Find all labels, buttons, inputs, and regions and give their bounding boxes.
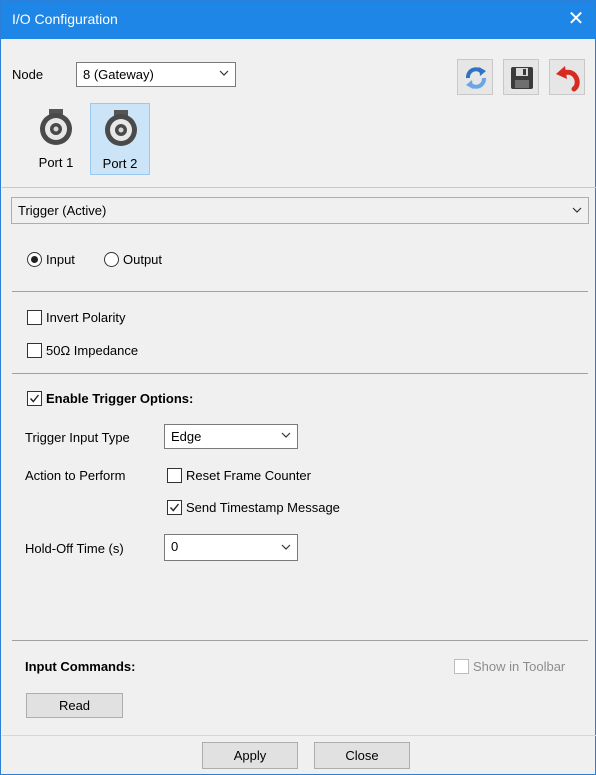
input-radio[interactable] (27, 252, 42, 267)
show-in-toolbar-checkbox[interactable] (454, 659, 469, 674)
chevron-down-icon (219, 70, 229, 76)
io-configuration-window: I/O Configuration ✕ Node 8 (Gateway) Por… (0, 0, 596, 775)
hold-off-time-select[interactable]: 0 (164, 534, 298, 561)
send-timestamp-label: Send Timestamp Message (186, 500, 340, 515)
hold-off-time-label: Hold-Off Time (s) (25, 541, 124, 556)
reset-frame-counter-checkbox[interactable] (167, 468, 182, 483)
title-bar[interactable]: I/O Configuration ✕ (1, 1, 595, 39)
hold-off-time-value: 0 (171, 539, 179, 554)
revert-button[interactable] (549, 59, 585, 95)
port-1-label: Port 1 (38, 155, 74, 170)
port-mode-value: Trigger (Active) (18, 203, 107, 218)
divider (2, 187, 596, 188)
read-button[interactable]: Read (26, 693, 123, 718)
trigger-input-type-label: Trigger Input Type (25, 430, 130, 445)
port-mode-select[interactable]: Trigger (Active) (11, 197, 589, 224)
check-icon (29, 394, 40, 403)
input-radio-label: Input (46, 252, 75, 267)
send-timestamp-checkbox[interactable] (167, 500, 182, 515)
output-radio[interactable] (104, 252, 119, 267)
enable-trigger-options-label: Enable Trigger Options: (46, 391, 194, 406)
node-label: Node (12, 67, 44, 82)
revert-icon (556, 66, 580, 92)
check-icon (169, 503, 180, 512)
output-radio-label: Output (123, 252, 163, 267)
divider (12, 640, 588, 641)
trigger-input-type-select[interactable]: Edge (164, 424, 298, 449)
input-commands-title: Input Commands: (25, 659, 136, 674)
node-select-value: 8 (Gateway) (83, 67, 154, 82)
impedance-label: 50Ω Impedance (46, 343, 139, 358)
divider (12, 291, 588, 292)
impedance-checkbox[interactable] (27, 343, 42, 358)
refresh-button[interactable] (457, 59, 493, 95)
reset-frame-counter-label: Reset Frame Counter (186, 468, 311, 483)
port-2-label: Port 2 (102, 156, 138, 171)
show-in-toolbar-label: Show in Toolbar (473, 659, 566, 674)
port-1-button[interactable]: Port 1 (26, 103, 86, 175)
refresh-icon (466, 67, 486, 89)
chevron-down-icon (281, 432, 291, 438)
save-button[interactable] (503, 59, 539, 95)
enable-trigger-options-checkbox[interactable] (27, 391, 42, 406)
bnc-connector-icon (105, 110, 137, 146)
invert-polarity-checkbox[interactable] (27, 310, 42, 325)
chevron-down-icon (281, 544, 291, 550)
trigger-input-type-value: Edge (171, 429, 202, 444)
close-window-icon[interactable]: ✕ (565, 7, 587, 31)
close-button[interactable]: Close (314, 742, 410, 769)
bnc-connector-icon (40, 109, 72, 145)
apply-button[interactable]: Apply (202, 742, 298, 769)
save-icon (511, 67, 533, 89)
action-to-perform-label: Action to Perform (25, 468, 126, 483)
divider (12, 373, 588, 374)
port-2-button[interactable]: Port 2 (90, 103, 150, 175)
divider (2, 735, 596, 736)
chevron-down-icon (572, 207, 582, 213)
window-title: I/O Configuration (12, 11, 118, 27)
invert-polarity-label: Invert Polarity (46, 310, 126, 325)
node-select[interactable]: 8 (Gateway) (76, 62, 236, 87)
